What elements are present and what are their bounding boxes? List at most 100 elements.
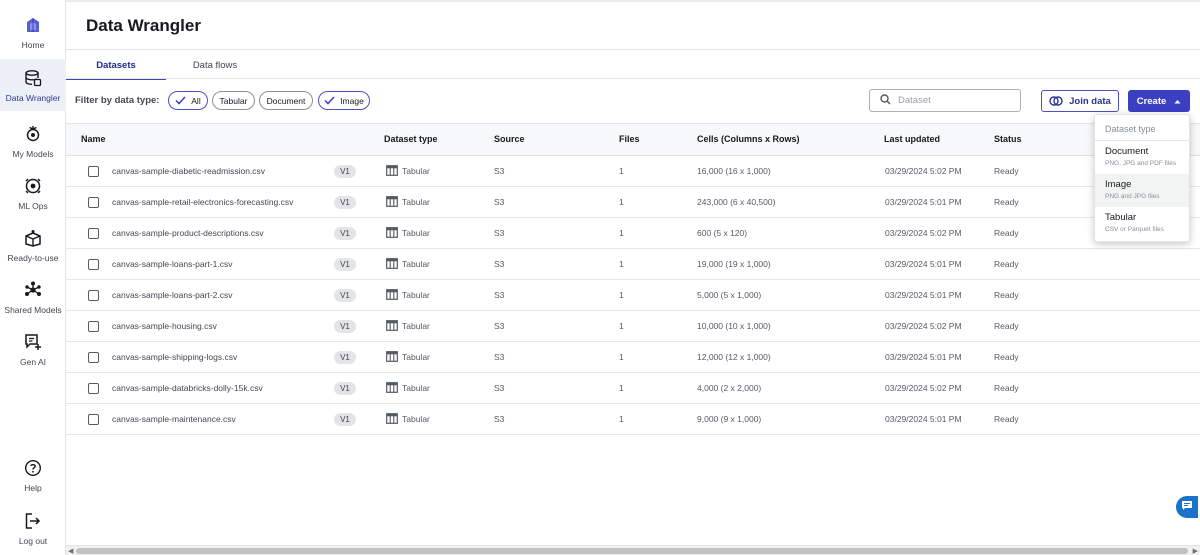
scrollbar-thumb[interactable]: [76, 548, 1188, 554]
search-input[interactable]: [898, 95, 1008, 106]
dataset-name[interactable]: canvas-sample-product-descriptions.csv: [112, 228, 264, 238]
table-icon: [386, 320, 398, 331]
table-row[interactable]: canvas-sample-maintenance.csv V1 Tabular S3…: [66, 404, 1200, 435]
table-row[interactable]: canvas-sample-diabetic-readmission.csv V1…: [66, 156, 1200, 187]
table-row[interactable]: canvas-sample-loans-part-2.csv V1 Tabular S…: [66, 280, 1200, 311]
sidebar-item-data-wrangler[interactable]: Data Wrangler: [0, 59, 66, 111]
dataset-type: Tabular: [386, 382, 430, 393]
sidebar-item-home[interactable]: Home: [0, 6, 66, 58]
column-header-status[interactable]: Status: [994, 134, 1022, 144]
last-updated: 03/29/2024 5:01 PM: [885, 352, 962, 362]
source: S3: [494, 352, 505, 362]
sidebar-item-label: ML Ops: [18, 201, 48, 211]
scroll-right-icon[interactable]: ▶: [1193, 547, 1198, 555]
filter-chip-tabular[interactable]: Tabular: [212, 91, 255, 110]
row-checkbox[interactable]: [88, 414, 99, 425]
filter-chip-image[interactable]: Image: [318, 91, 370, 110]
table-row[interactable]: canvas-sample-retail-electronics-forecas…: [66, 187, 1200, 218]
cells-count: 5,000 (5 x 1,000): [697, 290, 762, 300]
dataset-name[interactable]: canvas-sample-maintenance.csv: [112, 414, 236, 424]
row-checkbox[interactable]: [88, 383, 99, 394]
chat-icon: [1181, 498, 1193, 516]
dataset-type-label: Tabular: [402, 258, 430, 269]
dataset-name[interactable]: canvas-sample-loans-part-1.csv: [112, 259, 232, 269]
horizontal-scrollbar[interactable]: ◀ ▶: [66, 545, 1200, 555]
sidebar-item-ml-ops[interactable]: ML Ops: [0, 167, 66, 219]
row-checkbox[interactable]: [88, 259, 99, 270]
dropdown-item-subtitle: PNG and JPG files: [1105, 193, 1160, 200]
dataset-name[interactable]: canvas-sample-retail-electronics-forecas…: [112, 197, 293, 207]
filter-chip-document[interactable]: Document: [259, 91, 313, 110]
create-button[interactable]: Create: [1128, 90, 1190, 112]
table-row[interactable]: canvas-sample-databricks-dolly-15k.csv V1…: [66, 373, 1200, 404]
source: S3: [494, 166, 505, 176]
join-data-button[interactable]: Join data: [1041, 90, 1119, 112]
status: Ready: [994, 321, 1019, 331]
dataset-type: Tabular: [386, 320, 430, 331]
sidebar-item-shared-models[interactable]: Shared Models: [0, 271, 66, 323]
column-header-name[interactable]: Name: [81, 134, 106, 144]
table-icon: [386, 227, 398, 238]
dataset-type-label: Tabular: [402, 320, 430, 331]
status: Ready: [994, 228, 1019, 238]
sidebar-item-label: Data Wrangler: [5, 93, 61, 103]
row-checkbox[interactable]: [88, 228, 99, 239]
row-checkbox[interactable]: [88, 321, 99, 332]
version-badge: V1: [334, 289, 356, 302]
row-checkbox[interactable]: [88, 166, 99, 177]
column-header-files[interactable]: Files: [619, 134, 640, 144]
cells-count: 12,000 (12 x 1,000): [697, 352, 771, 362]
dropdown-item-image[interactable]: Image PNG and JPG files: [1095, 174, 1189, 207]
sidebar-item-gen-ai[interactable]: Gen AI: [0, 323, 66, 375]
row-checkbox[interactable]: [88, 197, 99, 208]
dropdown-item-document[interactable]: Document PNG, JPG and PDF files: [1095, 141, 1189, 174]
tab-datasets[interactable]: Datasets: [66, 51, 166, 80]
files-count: 1: [619, 321, 624, 331]
column-header-source[interactable]: Source: [494, 134, 525, 144]
column-header-dataset-type[interactable]: Dataset type: [384, 134, 438, 144]
dropdown-item-tabular[interactable]: Tabular CSV or Parquet files: [1095, 207, 1189, 240]
dataset-type-label: Tabular: [402, 382, 430, 393]
column-header-last-updated[interactable]: Last updated: [884, 134, 940, 144]
tab-data-flows[interactable]: Data flows: [166, 51, 264, 79]
sidebar-item-log-out[interactable]: Log out: [0, 502, 66, 554]
filter-label: Filter by data type:: [75, 95, 160, 106]
dataset-name[interactable]: canvas-sample-diabetic-readmission.csv: [112, 166, 265, 176]
filter-chip-label: Image: [340, 95, 364, 106]
sidebar-item-help[interactable]: Help: [0, 449, 66, 501]
table-row[interactable]: canvas-sample-housing.csv V1 Tabular S3 1 10,…: [66, 311, 1200, 342]
version-badge: V1: [334, 351, 356, 364]
dataset-type: Tabular: [386, 196, 430, 207]
filter-chip-all[interactable]: All: [168, 91, 208, 110]
dataset-name[interactable]: canvas-sample-shipping-logs.csv: [112, 352, 237, 362]
shared-models-icon: [22, 279, 44, 301]
dropdown-item-subtitle: PNG, JPG and PDF files: [1105, 160, 1177, 167]
sidebar-item-my-models[interactable]: My Models: [0, 115, 66, 167]
table-row[interactable]: canvas-sample-shipping-logs.csv V1 Tabular…: [66, 342, 1200, 373]
last-updated: 03/29/2024 5:02 PM: [885, 166, 962, 176]
status: Ready: [994, 197, 1019, 207]
column-header-cells[interactable]: Cells (Columns x Rows): [697, 134, 800, 144]
help-icon: [22, 457, 44, 479]
tabs-divider: [66, 78, 1200, 79]
database-icon: [22, 67, 44, 89]
row-checkbox[interactable]: [88, 352, 99, 363]
check-icon: [175, 96, 186, 105]
page-title: Data Wrangler: [86, 16, 201, 35]
table-row[interactable]: canvas-sample-product-descriptions.csv V1…: [66, 218, 1200, 249]
dataset-type: Tabular: [386, 258, 430, 269]
scroll-left-icon[interactable]: ◀: [68, 547, 73, 555]
last-updated: 03/29/2024 5:01 PM: [885, 259, 962, 269]
source: S3: [494, 383, 505, 393]
cells-count: 600 (5 x 120): [697, 228, 748, 238]
dataset-name[interactable]: canvas-sample-housing.csv: [112, 321, 217, 331]
table-row[interactable]: canvas-sample-loans-part-1.csv V1 Tabular S…: [66, 249, 1200, 280]
chat-button[interactable]: [1176, 496, 1198, 518]
dataset-name[interactable]: canvas-sample-databricks-dolly-15k.csv: [112, 383, 263, 393]
sidebar-item-ready-to-use[interactable]: Ready-to-use: [0, 219, 66, 271]
row-checkbox[interactable]: [88, 290, 99, 301]
version-badge: V1: [334, 413, 356, 426]
ml-ops-icon: [22, 175, 44, 197]
search-box: [869, 89, 1021, 112]
dataset-name[interactable]: canvas-sample-loans-part-2.csv: [112, 290, 232, 300]
